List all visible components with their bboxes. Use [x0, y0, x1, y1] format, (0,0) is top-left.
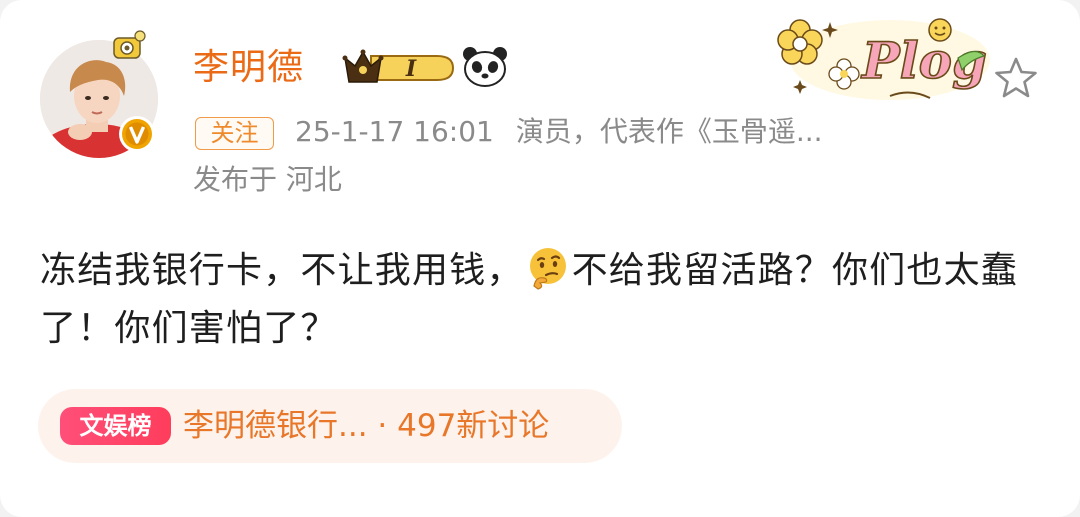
- topic-title: 李明德银行... · 497新讨论: [183, 408, 550, 444]
- author-name[interactable]: 李明德: [193, 44, 304, 92]
- verified-badge-icon: [119, 116, 155, 152]
- post-location: 发布于 河北: [193, 163, 342, 196]
- topic-tag-badge: 文娱榜: [60, 407, 171, 445]
- crown-level-badge-icon[interactable]: I: [341, 46, 457, 90]
- hot-topic-chip[interactable]: 文娱榜 李明德银行... · 497新讨论: [38, 389, 622, 463]
- plog-flower-sticker: Plog: [777, 18, 990, 100]
- post-content: 冻结我银行卡，不让我用钱， 不给我留活路？你们也太蠢了！你们害怕了？: [40, 242, 1050, 358]
- follow-button[interactable]: 关注: [195, 117, 274, 150]
- post-timestamp: 25-1-17 16:01: [295, 115, 494, 148]
- panda-icon: [463, 47, 507, 87]
- author-description[interactable]: 演员，代表作《玉骨遥...: [516, 115, 823, 148]
- post-meta: 25-1-17 16:01 演员，代表作《玉骨遥...: [295, 112, 823, 152]
- camera-pendant-icon: [113, 30, 146, 59]
- weibo-post-card: 李明德 I Plog 关注 25-1-17 16:01 演员，代表作《玉骨遥..…: [0, 0, 1080, 517]
- thinking-face-emoji: [529, 248, 566, 290]
- post-text-part1: 冻结我银行卡，不让我用钱，: [40, 250, 524, 291]
- star-outline-icon[interactable]: [992, 55, 1040, 101]
- level-badge-text: I: [405, 56, 417, 82]
